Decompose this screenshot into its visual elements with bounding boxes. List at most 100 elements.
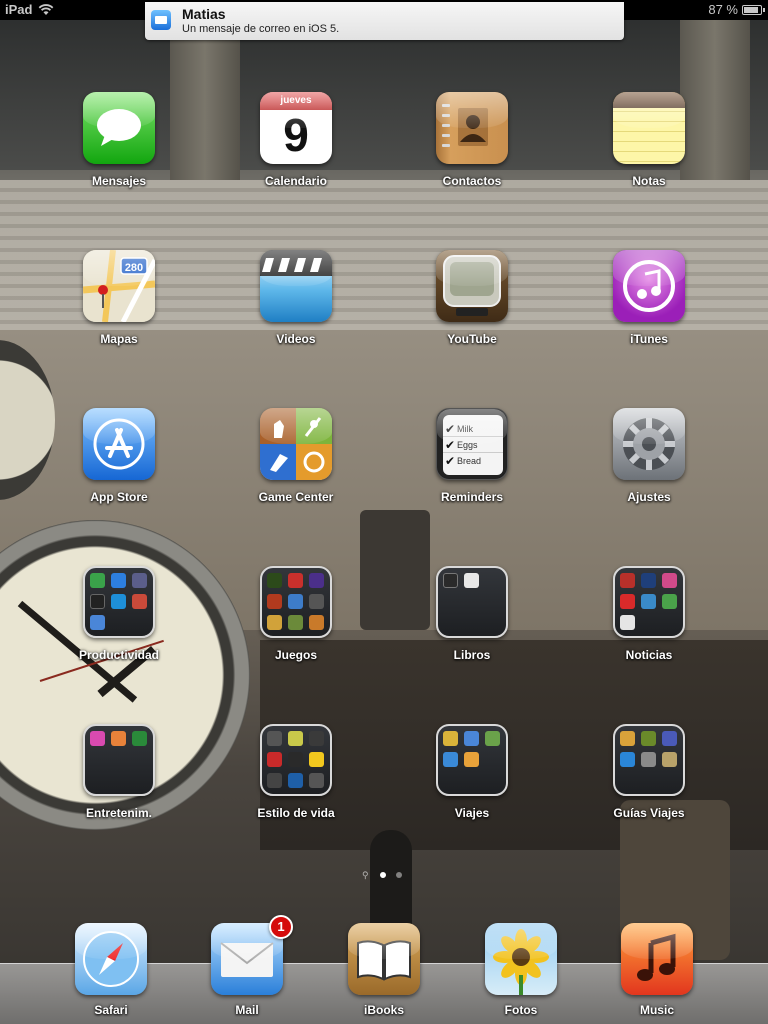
folder-label: Guías Viajes bbox=[613, 806, 685, 820]
app-label: Mapas bbox=[100, 332, 138, 346]
folder-libros[interactable]: Libros bbox=[412, 566, 532, 686]
folder-icon bbox=[83, 566, 155, 638]
device-name: iPad bbox=[5, 2, 33, 17]
app-label: Game Center bbox=[258, 490, 334, 504]
folder-label: Juegos bbox=[274, 648, 317, 662]
folder-label: Estilo de vida bbox=[257, 806, 335, 820]
app-label: Reminders bbox=[440, 490, 504, 504]
mail-icon bbox=[151, 10, 171, 30]
folder-icon bbox=[613, 566, 685, 638]
app-reminders[interactable]: ✔ Milk ✔ Eggs ✔ Bread Reminders bbox=[412, 408, 532, 528]
calendar-icon: jueves 9 bbox=[260, 92, 332, 164]
reminder-text: Bread bbox=[457, 456, 482, 466]
mail-badge: 1 bbox=[269, 915, 293, 939]
battery-icon bbox=[742, 5, 765, 15]
dock-ibooks[interactable]: iBooks bbox=[324, 923, 444, 1024]
ibooks-icon bbox=[348, 923, 420, 995]
app-label: Videos bbox=[276, 332, 316, 346]
battery-percentage: 87 % bbox=[708, 2, 738, 17]
gamecenter-icon bbox=[260, 408, 332, 480]
reminder-item: ✔ Milk bbox=[443, 421, 503, 437]
youtube-icon bbox=[436, 250, 508, 322]
battery-fill bbox=[744, 7, 758, 13]
page-dot-2[interactable] bbox=[396, 872, 402, 878]
reminders-icon: ✔ Milk ✔ Eggs ✔ Bread bbox=[436, 408, 508, 480]
dock-music[interactable]: Music bbox=[597, 923, 717, 1024]
dock-safari[interactable]: Safari bbox=[51, 923, 171, 1024]
checkmark-icon: ✔ bbox=[444, 421, 456, 436]
dock-fotos[interactable]: Fotos bbox=[461, 923, 581, 1024]
folder-juegos[interactable]: Juegos bbox=[236, 566, 356, 686]
folder-icon bbox=[83, 724, 155, 796]
app-label: iBooks bbox=[363, 1003, 404, 1017]
folder-icon bbox=[260, 566, 332, 638]
reminder-item: ✔ Eggs bbox=[443, 437, 503, 453]
folder-icon bbox=[436, 566, 508, 638]
app-label: Mensajes bbox=[91, 174, 147, 188]
wifi-icon bbox=[38, 4, 54, 15]
app-label: Fotos bbox=[504, 1003, 538, 1017]
folder-icon bbox=[613, 724, 685, 796]
app-contactos[interactable]: Contactos bbox=[412, 92, 532, 212]
notification-banner[interactable]: Matias Un mensaje de correo en iOS 5. bbox=[145, 2, 624, 40]
settings-icon bbox=[613, 408, 685, 480]
app-label: Mail bbox=[235, 1003, 259, 1017]
app-label: Safari bbox=[94, 1003, 128, 1017]
dock-mail[interactable]: 1 Mail bbox=[187, 915, 307, 1024]
notes-icon bbox=[613, 92, 685, 164]
app-label: Notas bbox=[632, 174, 666, 188]
app-game-center[interactable]: Game Center bbox=[236, 408, 356, 528]
checkmark-icon: ✔ bbox=[444, 454, 456, 468]
photos-icon bbox=[485, 923, 557, 995]
folder-icon bbox=[436, 724, 508, 796]
folder-label: Noticias bbox=[625, 648, 673, 662]
notification-message: Un mensaje de correo en iOS 5. bbox=[182, 23, 340, 35]
folder-label: Entretenim. bbox=[85, 806, 152, 820]
videos-icon bbox=[260, 250, 332, 322]
contacts-icon bbox=[436, 92, 508, 164]
app-youtube[interactable]: YouTube bbox=[412, 250, 532, 370]
checkmark-icon: ✔ bbox=[444, 437, 456, 452]
page-indicator[interactable]: ⚲ bbox=[360, 870, 408, 880]
app-notas[interactable]: Notas bbox=[589, 92, 709, 212]
music-icon bbox=[621, 923, 693, 995]
app-label: YouTube bbox=[447, 332, 497, 346]
folder-noticias[interactable]: Noticias bbox=[589, 566, 709, 686]
app-label: Contactos bbox=[442, 174, 502, 188]
maps-icon: 280 bbox=[83, 250, 155, 322]
folder-label: Productividad bbox=[78, 648, 159, 662]
search-icon: ⚲ bbox=[362, 870, 369, 880]
app-label: iTunes bbox=[630, 332, 668, 346]
calendar-day: 9 bbox=[283, 109, 309, 161]
safari-icon bbox=[75, 923, 147, 995]
app-calendario[interactable]: jueves 9 Calendario bbox=[236, 92, 356, 212]
reminder-item: ✔ Bread bbox=[443, 453, 503, 469]
route-shield-text: 280 bbox=[125, 262, 143, 274]
app-label: Ajustes bbox=[627, 490, 671, 504]
folder-viajes[interactable]: Viajes bbox=[412, 724, 532, 844]
folder-label: Libros bbox=[453, 648, 491, 662]
folder-estilo-de-vida[interactable]: Estilo de vida bbox=[236, 724, 356, 844]
appstore-icon bbox=[83, 408, 155, 480]
app-itunes[interactable]: iTunes bbox=[589, 250, 709, 370]
app-mensajes[interactable]: Mensajes bbox=[59, 92, 179, 212]
folder-productividad[interactable]: Productividad bbox=[59, 566, 179, 686]
app-label: Calendario bbox=[264, 174, 327, 188]
dock: Safari 1 Mail iBooks Fotos Music bbox=[0, 915, 768, 1024]
app-ajustes[interactable]: Ajustes bbox=[589, 408, 709, 528]
folder-icon bbox=[260, 724, 332, 796]
app-label: App Store bbox=[90, 490, 148, 504]
notification-title: Matias bbox=[182, 6, 226, 22]
page-dot-1[interactable] bbox=[380, 872, 386, 878]
app-mapas[interactable]: 280 Mapas bbox=[59, 250, 179, 370]
folder-label: Viajes bbox=[454, 806, 490, 820]
app-app-store[interactable]: App Store bbox=[59, 408, 179, 528]
folder-guias-viajes[interactable]: Guías Viajes bbox=[589, 724, 709, 844]
folder-entretenim[interactable]: Entretenim. bbox=[59, 724, 179, 844]
app-videos[interactable]: Videos bbox=[236, 250, 356, 370]
app-label: Music bbox=[639, 1003, 674, 1017]
itunes-icon bbox=[613, 250, 685, 322]
messages-icon bbox=[83, 92, 155, 164]
reminder-text: Eggs bbox=[457, 439, 478, 450]
reminder-text: Milk bbox=[457, 423, 473, 434]
